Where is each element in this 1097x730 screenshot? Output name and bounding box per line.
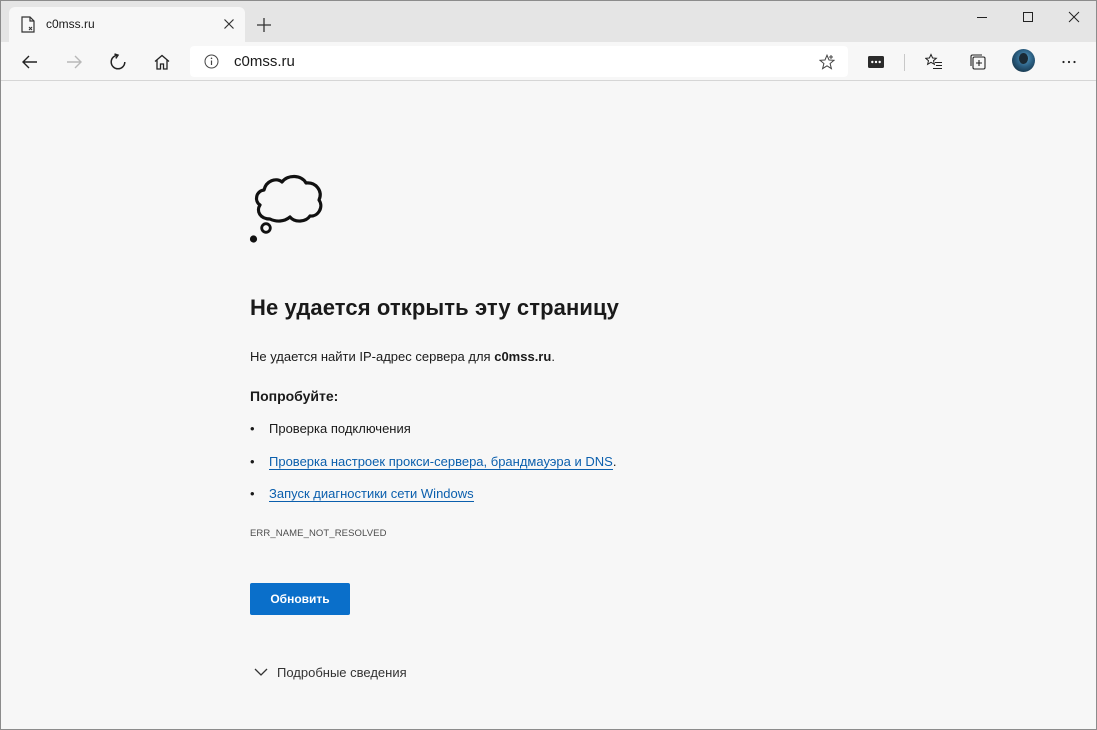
favorites-list-icon (925, 53, 942, 70)
suggestion-suffix: . (612, 454, 617, 469)
tab-title: c0mss.ru (46, 17, 95, 31)
close-tab-icon[interactable] (223, 18, 235, 30)
maximize-button[interactable] (1005, 1, 1051, 33)
close-icon (1068, 11, 1080, 23)
details-label: Подробные сведения (277, 665, 407, 680)
description-prefix: Не удается найти IP-адрес сервера для (250, 349, 495, 364)
bullet-dot: • (250, 454, 255, 469)
home-button[interactable] (146, 47, 178, 77)
forward-arrow-icon (67, 55, 82, 69)
refresh-toolbar-button[interactable] (102, 47, 134, 77)
toolbar-separator (904, 54, 905, 71)
description-suffix: . (551, 349, 555, 364)
close-window-button[interactable] (1051, 1, 1097, 33)
back-arrow-icon (22, 55, 37, 69)
try-label: Попробуйте: (250, 388, 339, 404)
bullet-dot: • (250, 486, 255, 501)
proxy-settings-link[interactable]: Проверка настроек прокси-сервера, брандм… (269, 454, 613, 470)
maximize-icon (1023, 12, 1033, 22)
network-diagnostics-link[interactable]: Запуск диагностики сети Windows (269, 486, 474, 502)
back-button[interactable] (14, 47, 46, 77)
cloud-thought-icon (249, 174, 323, 243)
title-bar: c0mss.ru (1, 1, 1096, 42)
favorite-star-icon[interactable] (819, 54, 835, 70)
error-code: ERR_NAME_NOT_RESOLVED (250, 528, 387, 539)
page-broken-icon (21, 16, 35, 33)
url-text[interactable]: c0mss.ru (234, 53, 295, 70)
favorites-button[interactable] (918, 47, 950, 77)
navigation-toolbar: c0mss.ru (1, 42, 1096, 81)
collections-icon (970, 54, 986, 70)
forward-button[interactable] (58, 47, 90, 77)
home-icon (154, 54, 170, 70)
extension-dots-icon (868, 56, 884, 68)
extension-button[interactable] (860, 47, 892, 77)
refresh-button[interactable]: Обновить (250, 583, 350, 615)
error-heading: Не удается открыть эту страницу (250, 295, 619, 320)
collections-button[interactable] (962, 47, 994, 77)
browser-tab[interactable]: c0mss.ru (9, 7, 245, 42)
more-options-icon (1062, 60, 1076, 64)
minimize-icon (977, 17, 987, 18)
suggestion-check-connection: Проверка подключения (269, 421, 411, 436)
chevron-down-icon (254, 668, 268, 676)
error-description: Не удается найти IP-адрес сервера для c0… (250, 349, 555, 364)
new-tab-icon[interactable] (256, 17, 272, 33)
bullet-dot: • (250, 421, 255, 436)
minimize-button[interactable] (959, 1, 1005, 33)
info-icon[interactable] (204, 54, 219, 69)
profile-avatar[interactable] (1012, 49, 1035, 72)
settings-menu-button[interactable] (1053, 47, 1085, 77)
description-host: c0mss.ru (494, 349, 552, 364)
address-bar[interactable]: c0mss.ru (190, 46, 848, 77)
refresh-icon (110, 53, 126, 70)
